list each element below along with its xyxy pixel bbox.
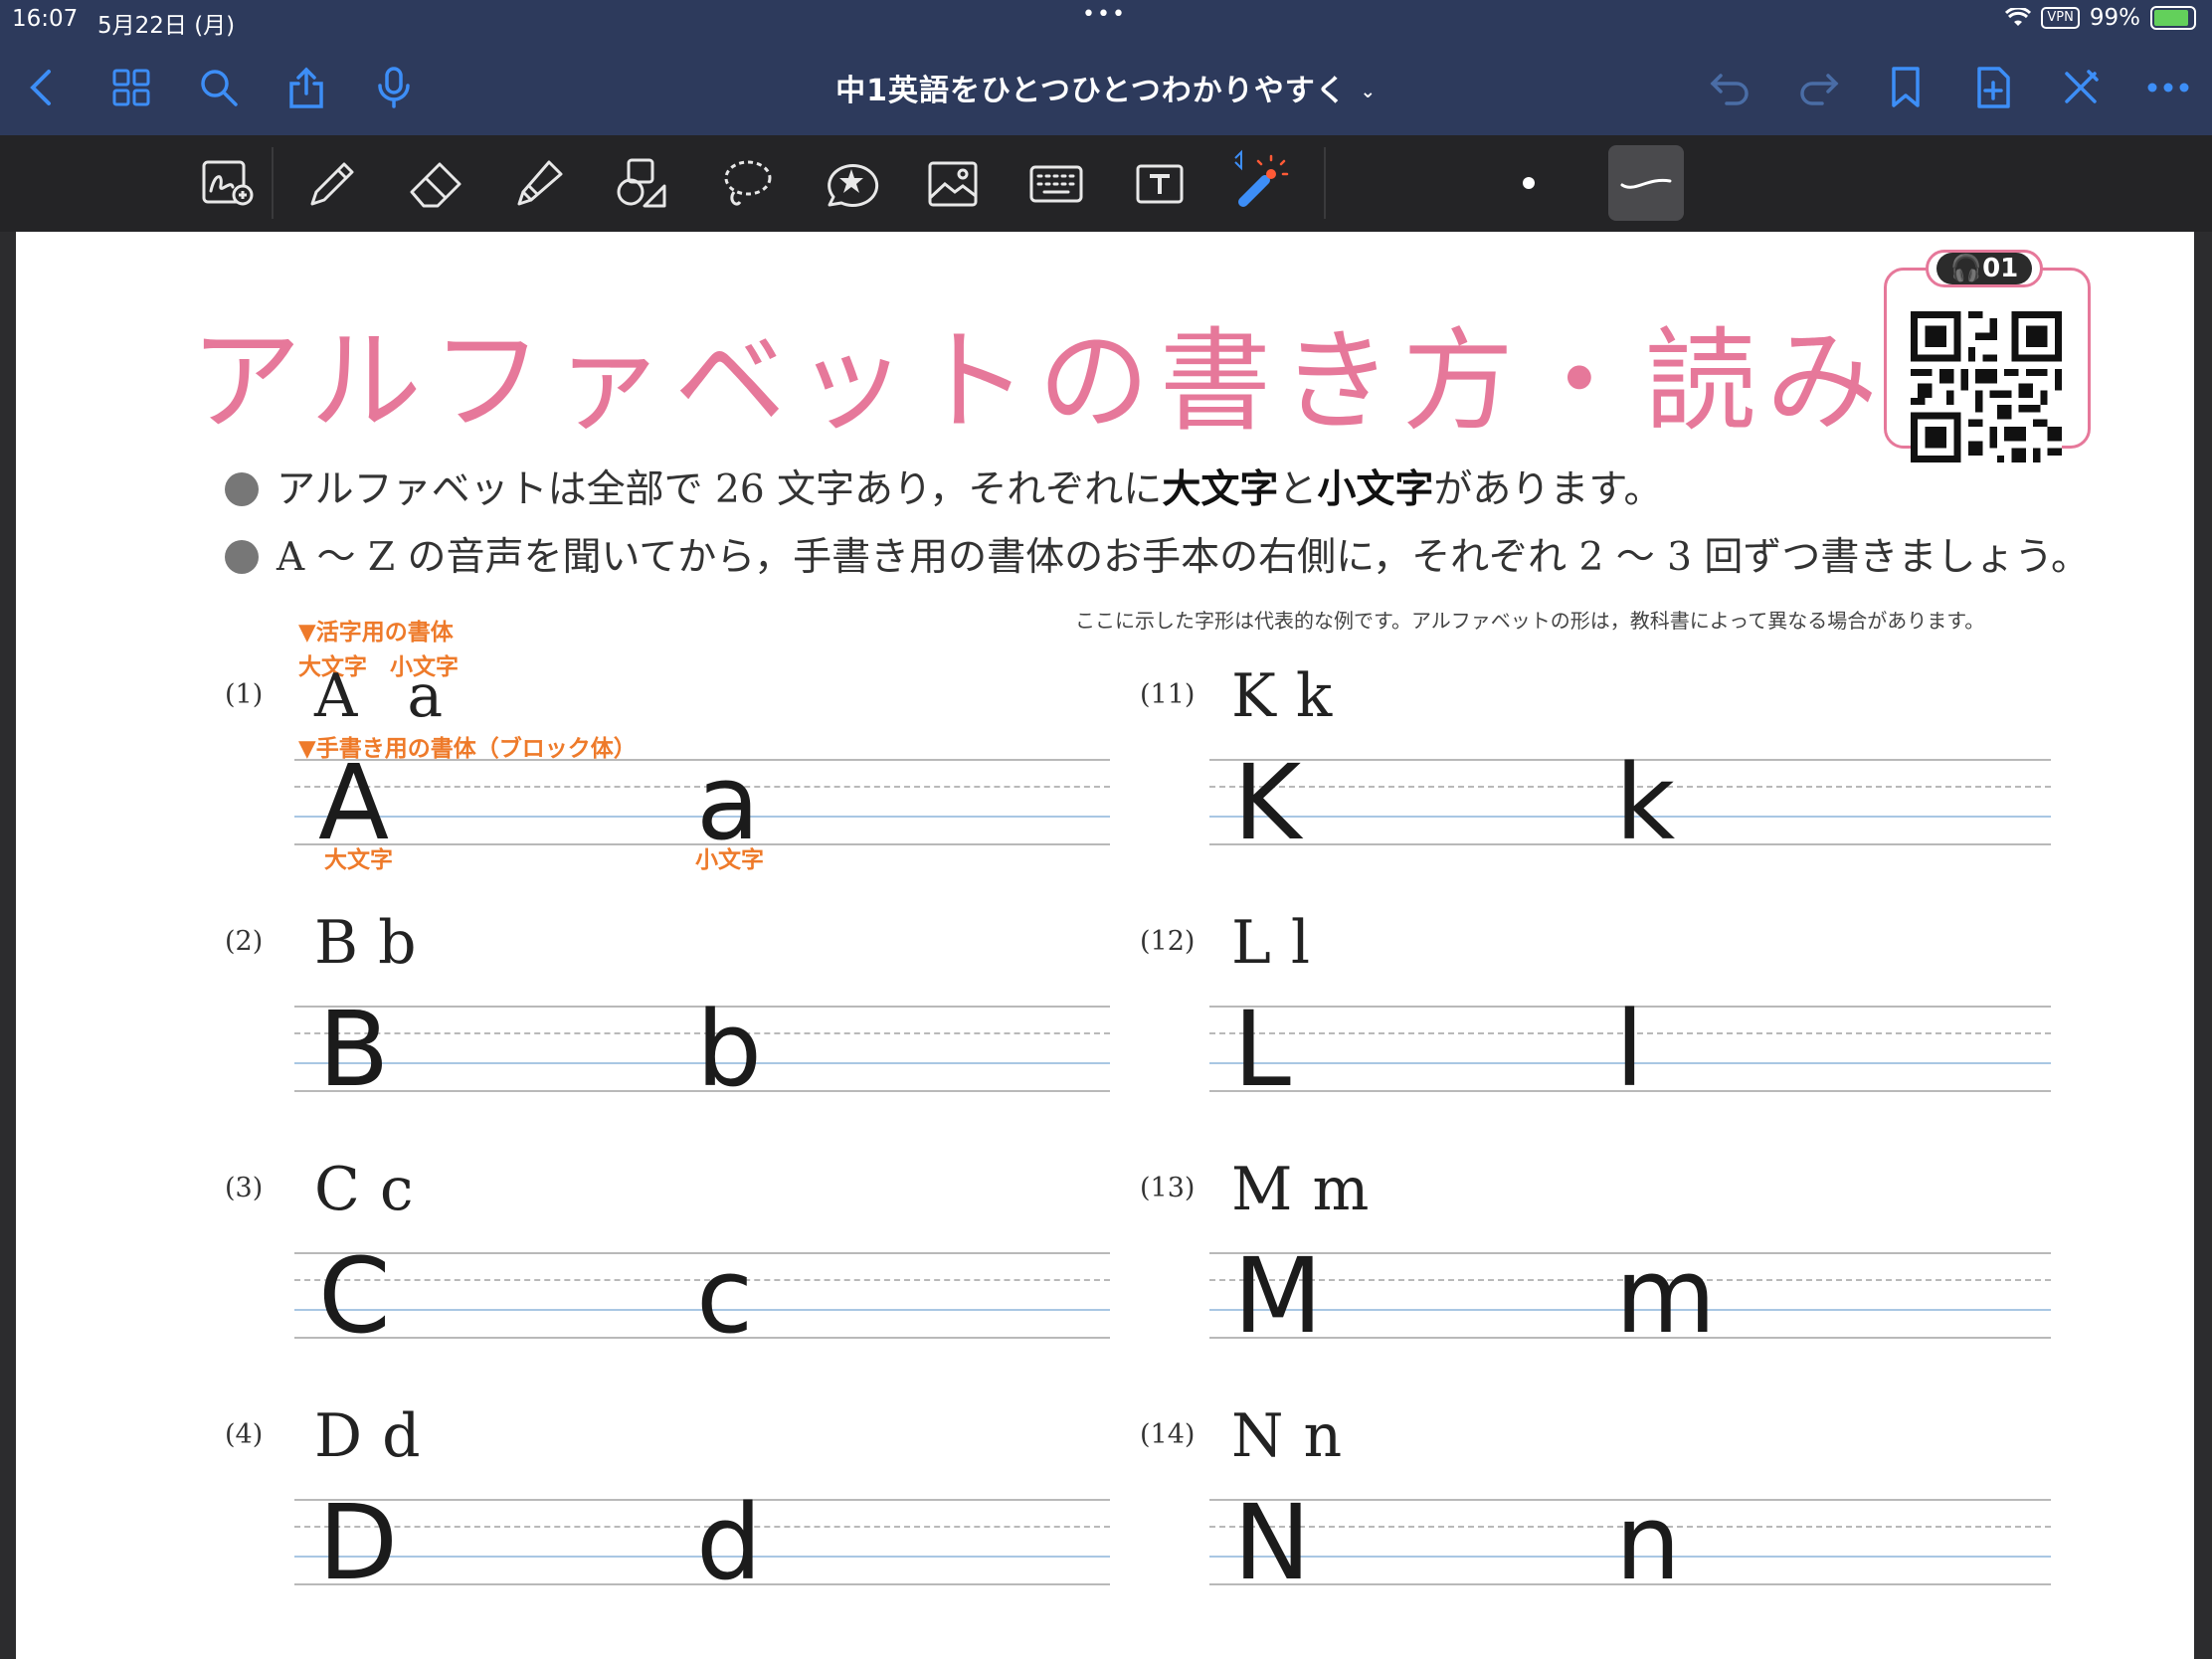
textbox-icon[interactable] — [1124, 149, 1196, 219]
handwritten-lower: n — [1615, 1482, 1681, 1603]
handwritten-upper: K — [1233, 742, 1302, 863]
pen-size-dot[interactable] — [1523, 177, 1535, 189]
more-icon[interactable] — [2138, 58, 2198, 117]
printed-upper: K — [1231, 661, 1276, 731]
zoom-window-icon[interactable] — [193, 149, 265, 219]
item-number: (2) — [225, 926, 264, 957]
handwritten-upper: C — [318, 1235, 391, 1357]
image-icon[interactable] — [917, 149, 989, 219]
printed-lower: n — [1303, 1401, 1343, 1471]
item-number: (13) — [1140, 1173, 1196, 1203]
toolbar-divider — [272, 147, 274, 219]
handwritten-upper: D — [318, 1482, 399, 1603]
redo-icon[interactable] — [1788, 58, 1848, 117]
pen-icon[interactable] — [296, 149, 368, 219]
printed-upper: L — [1231, 908, 1271, 978]
stroke-style-button[interactable] — [1608, 145, 1684, 221]
eraser-icon[interactable] — [400, 149, 471, 219]
qr-code[interactable] — [1911, 311, 2062, 462]
document-title-text: 中1英語をひとつひとつわかりやすく — [835, 74, 1347, 108]
printed-lower: l — [1290, 908, 1311, 978]
undo-icon[interactable] — [1701, 58, 1760, 117]
audio-track-badge: 🎧01 — [1926, 250, 2043, 287]
printed-letters: Nn — [1231, 1401, 1362, 1471]
battery-percent: 99% — [2089, 5, 2140, 31]
printed-upper: D — [314, 1401, 363, 1471]
headphone-icon: 🎧 — [1949, 254, 1983, 283]
printed-lower: c — [379, 1155, 414, 1224]
handwritten-lower: c — [696, 1235, 754, 1357]
handwritten-upper: B — [318, 989, 390, 1110]
handwritten-upper: M — [1233, 1235, 1323, 1357]
item-number: (12) — [1140, 926, 1196, 957]
handwritten-upper: L — [1233, 989, 1291, 1110]
wifi-icon — [2005, 8, 2032, 26]
bookmark-icon[interactable] — [1876, 58, 1936, 117]
bullet-intro: アルファベットは全部で 26 文字あり，それぞれに大文字と小文字があります。 — [225, 459, 1662, 514]
lasso-icon[interactable] — [710, 149, 782, 219]
status-bar: 16:07 5月22日 (月) ••• VPN 99% — [0, 0, 2212, 40]
handwritten-lower: l — [1615, 989, 1644, 1110]
handwritten-upper: N — [1233, 1482, 1311, 1603]
status-date: 5月22日 (月) — [97, 13, 236, 39]
multitasking-dots[interactable]: ••• — [1082, 2, 1127, 27]
bold-lowercase: 小文字 — [1317, 467, 1434, 512]
item-number: (3) — [225, 1173, 264, 1203]
status-time: 16:07 — [12, 6, 79, 32]
printed-upper: A — [314, 661, 358, 731]
handwritten-lower: m — [1615, 1235, 1717, 1357]
audio-track-number: 01 — [1982, 254, 2019, 283]
keyboard-icon[interactable] — [1020, 149, 1092, 219]
elements-icon[interactable] — [814, 149, 885, 219]
item-number: (11) — [1140, 679, 1196, 710]
battery-icon — [2150, 6, 2196, 30]
label-printed-typeface: ▼活字用の書体 — [298, 620, 454, 645]
printed-letters: Cc — [314, 1155, 434, 1224]
page-title: アルファベットの書き方・読み方 — [190, 317, 2009, 447]
status-right: VPN 99% — [2005, 5, 2196, 31]
printed-lower: d — [382, 1401, 421, 1471]
printed-letters: Dd — [314, 1401, 441, 1471]
handwritten-lower: d — [696, 1482, 763, 1603]
printed-letters: Ll — [1231, 908, 1330, 978]
bullet-instructions: A ～ Z の音声を聞いてから，手書き用の書体のお手本の右側に，それぞれ 2 ～… — [225, 526, 2090, 582]
bullet-dot-icon — [225, 540, 259, 574]
printed-letters: Kk — [1231, 661, 1352, 731]
bullet-intro-text: アルファベットは全部で 26 文字あり，それぞれに — [276, 467, 1163, 512]
printed-letters: Aa — [314, 661, 462, 731]
top-bar: 16:07 5月22日 (月) ••• VPN 99% 中1英語をひとつひとつわ… — [0, 0, 2212, 135]
chevron-down-icon: ⌄ — [1360, 82, 1377, 102]
bullet-dot-icon — [225, 472, 259, 506]
item-number: (14) — [1140, 1419, 1196, 1450]
printed-lower: m — [1312, 1155, 1370, 1224]
handwritten-upper: A — [318, 742, 390, 863]
handwritten-lower: a — [696, 742, 760, 863]
bullet-intro-end: があります。 — [1433, 467, 1663, 512]
add-page-icon[interactable] — [1963, 58, 2023, 117]
laser-pointer-icon[interactable] — [1223, 145, 1295, 215]
toolbar-divider — [1324, 147, 1326, 219]
printed-letters: Bb — [314, 908, 437, 978]
printed-upper: N — [1231, 1401, 1284, 1471]
printed-upper: M — [1231, 1155, 1293, 1224]
item-number: (1) — [225, 679, 264, 710]
close-pen-icon[interactable] — [2051, 58, 2111, 117]
item-number: (4) — [225, 1419, 264, 1450]
bullet-instructions-text: A ～ Z の音声を聞いてから，手書き用の書体のお手本の右側に，それぞれ 2 ～… — [276, 535, 2091, 580]
notebook-page[interactable]: アルファベットの書き方・読み方 🎧01 アルファベットは全部で 26 文字あり，… — [16, 232, 2194, 1659]
handwritten-lower: b — [696, 989, 763, 1110]
printed-upper: C — [314, 1155, 360, 1224]
printed-upper: B — [314, 908, 359, 978]
typeface-note: ここに示した字形は代表的な例です。アルファベットの形は，教科書によって異なる場合… — [1075, 609, 1985, 633]
printed-lower: a — [407, 661, 444, 731]
highlighter-icon[interactable] — [503, 149, 575, 219]
shapes-icon[interactable] — [607, 149, 678, 219]
printed-lower: k — [1295, 661, 1333, 731]
handwritten-lower: k — [1615, 742, 1676, 863]
bold-uppercase: 大文字 — [1162, 467, 1279, 512]
printed-letters: Mm — [1231, 1155, 1388, 1224]
printed-lower: b — [378, 908, 417, 978]
bullet-intro-and: と — [1278, 467, 1318, 512]
vpn-badge: VPN — [2041, 7, 2080, 29]
